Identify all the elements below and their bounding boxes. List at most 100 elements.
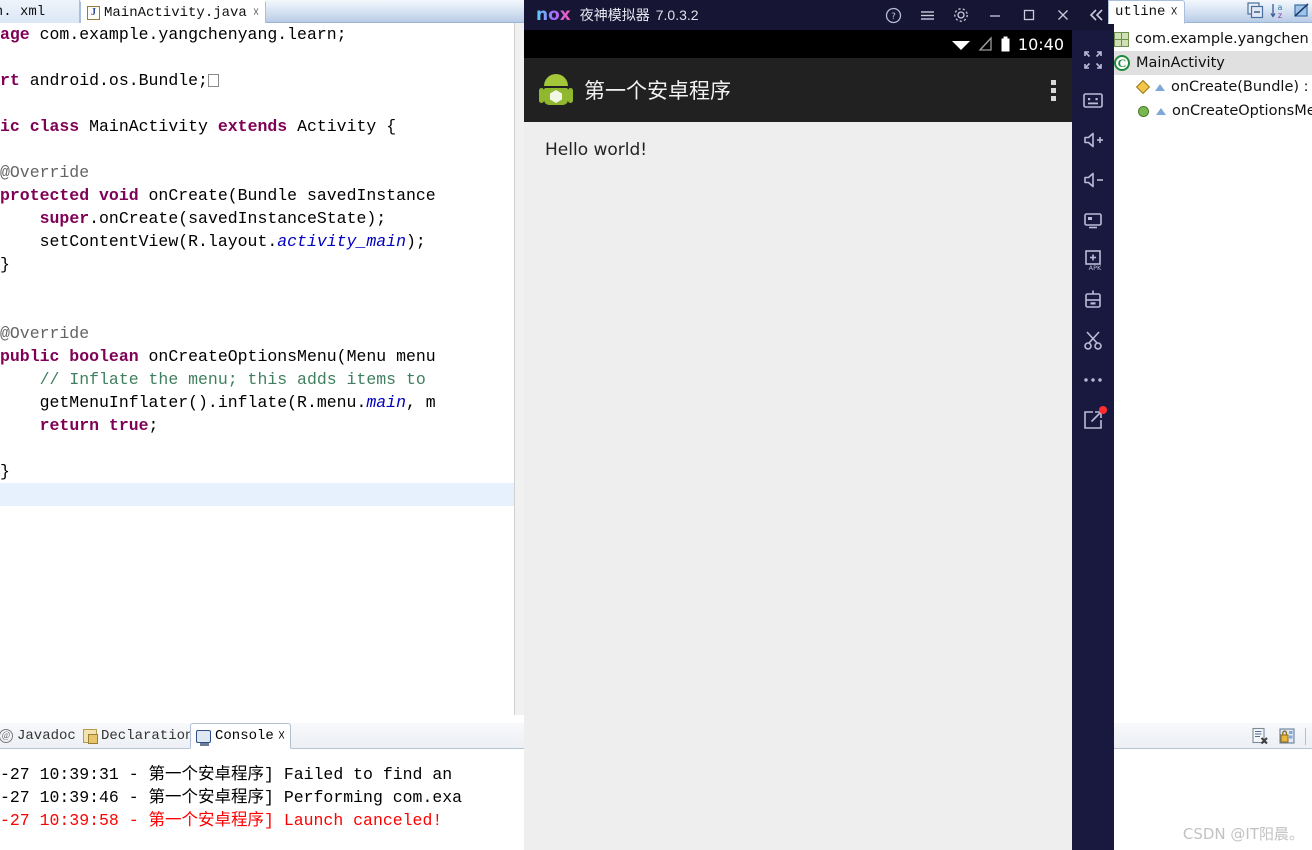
outline-item-label: onCreate(Bundle) : v [1171, 79, 1312, 95]
app-content-area: Hello world! [524, 122, 1072, 850]
console-line: -27 10:39:46 - 第一个安卓程序] Performing com.e… [0, 788, 463, 807]
override-marker-icon [1155, 83, 1165, 91]
tab-label: Declaration [101, 728, 194, 744]
outline-item-label: onCreateOptionsMe [1172, 103, 1312, 119]
code-line: return true; [39, 416, 159, 435]
tab-javadoc[interactable]: @ Javadoc [0, 723, 81, 749]
scissors-icon[interactable] [1072, 320, 1114, 360]
close-icon[interactable]: ☓ [278, 728, 285, 745]
outline-item[interactable]: onCreateOptionsMe [1114, 99, 1312, 123]
outline-item-label: com.example.yangchen [1135, 31, 1309, 47]
tab-outline[interactable]: utline ☓ [1108, 0, 1185, 24]
folded-import-marker[interactable] [207, 74, 219, 87]
code-line: setContentView(R.layout.activity_main); [0, 232, 426, 251]
maximize-icon[interactable] [1012, 0, 1046, 30]
code-line: @Override [0, 163, 90, 182]
editor-tab-mainactivity-java[interactable]: J MainActivity.java ☓ [80, 0, 267, 24]
tab-declaration[interactable]: Declaration [78, 723, 198, 749]
volume-up-icon[interactable] [1072, 120, 1114, 160]
code-line: age com.example.yangchenyang.learn; [0, 25, 347, 44]
console-output[interactable]: -27 10:39:31 - 第一个安卓程序] Failed to find a… [0, 753, 524, 850]
editor-scrollbar[interactable] [514, 23, 524, 715]
notification-badge [1099, 406, 1107, 414]
outline-item-label: MainActivity [1136, 55, 1225, 71]
method-public-icon [1138, 105, 1149, 117]
close-icon[interactable]: ☓ [1170, 4, 1177, 21]
outline-tab-bar: utline ☓ az [1108, 0, 1312, 24]
console-right-panel: nch CSDN @IT阳晨。 [1114, 715, 1312, 850]
outline-item[interactable]: onCreate(Bundle) : v [1114, 75, 1312, 99]
overflow-menu-icon[interactable] [1051, 79, 1056, 101]
code-line: super.onCreate(savedInstanceState); [39, 209, 387, 228]
code-line: @Override [0, 324, 90, 343]
eclipse-editor-area: ain. xml J MainActivity.java ☓ age com.e… [0, 0, 524, 850]
outline-tree[interactable]: com.example.yangchen C MainActivity onCreat… [1114, 24, 1312, 715]
status-bar-time: 10:40 [1017, 34, 1064, 54]
nox-emulator-window: nox 夜神模拟器 7.0.3.2 ? 10:40 第一个安卓程序 Hello … [524, 0, 1114, 850]
help-icon[interactable]: ? [876, 0, 910, 30]
outline-toolbar: az [1247, 2, 1310, 19]
svg-text:APK: APK [1089, 264, 1102, 271]
settings-icon[interactable] [944, 0, 978, 30]
open-external-icon[interactable] [1072, 400, 1114, 440]
svg-text:z: z [1278, 11, 1282, 19]
minimize-icon[interactable] [978, 0, 1012, 30]
javadoc-icon: @ [0, 729, 13, 743]
install-apk-icon[interactable]: APK [1072, 240, 1114, 280]
code-line: ic class MainActivity extends Activity { [0, 117, 397, 136]
remove-all-terminated-icon[interactable] [1251, 727, 1270, 746]
emulator-window-controls: ? [876, 0, 1114, 30]
hide-fields-icon[interactable] [1293, 2, 1310, 19]
tab-console[interactable]: Console ☓ [190, 723, 292, 749]
shared-folder-icon[interactable] [1072, 280, 1114, 320]
svg-text:?: ? [891, 12, 896, 22]
screenshot-root: ain. xml J MainActivity.java ☓ age com.e… [0, 0, 1312, 850]
declaration-icon [83, 729, 98, 744]
editor-tab-label: MainActivity.java [104, 4, 247, 21]
emulator-title: 夜神模拟器 [579, 8, 650, 24]
lock-scroll-icon[interactable] [1278, 727, 1297, 746]
wifi-icon [951, 41, 970, 50]
nox-logo-icon: nox [536, 5, 571, 25]
console-line: -27 10:39:58 - 第一个安卓程序] Launch canceled! [0, 811, 443, 830]
editor-tab-bar: ain. xml J MainActivity.java ☓ [0, 0, 524, 24]
menu-icon[interactable] [910, 0, 944, 30]
more-icon[interactable] [1072, 360, 1114, 400]
fullscreen-icon[interactable] [1072, 40, 1114, 80]
outline-item[interactable]: com.example.yangchen [1114, 27, 1312, 51]
code-line: // Inflate the menu; this adds items to [39, 370, 436, 389]
screenshot-icon[interactable] [1072, 200, 1114, 240]
java-file-icon: J [87, 5, 100, 20]
editor-tab-main-xml[interactable]: ain. xml [0, 0, 80, 23]
emulator-side-toolbar: APK [1072, 30, 1114, 850]
code-line: } [0, 462, 10, 481]
collapse-all-icon[interactable] [1247, 2, 1264, 19]
volume-down-icon[interactable] [1072, 160, 1114, 200]
app-action-bar: 第一个安卓程序 [524, 58, 1072, 122]
code-line-highlighted [0, 483, 514, 506]
emulator-title-bar: nox 夜神模拟器 7.0.3.2 ? [524, 0, 1114, 30]
source-code-view[interactable]: age com.example.yangchenyang.learn; rt an… [0, 23, 514, 715]
keyboard-icon[interactable] [1072, 80, 1114, 120]
battery-icon [1001, 36, 1010, 51]
close-icon[interactable]: ☓ [253, 5, 259, 20]
android-robot-icon [539, 74, 573, 106]
sort-alphabetically-icon[interactable]: az [1270, 2, 1287, 19]
close-icon[interactable] [1046, 0, 1080, 30]
outline-item[interactable]: C MainActivity [1114, 51, 1312, 75]
